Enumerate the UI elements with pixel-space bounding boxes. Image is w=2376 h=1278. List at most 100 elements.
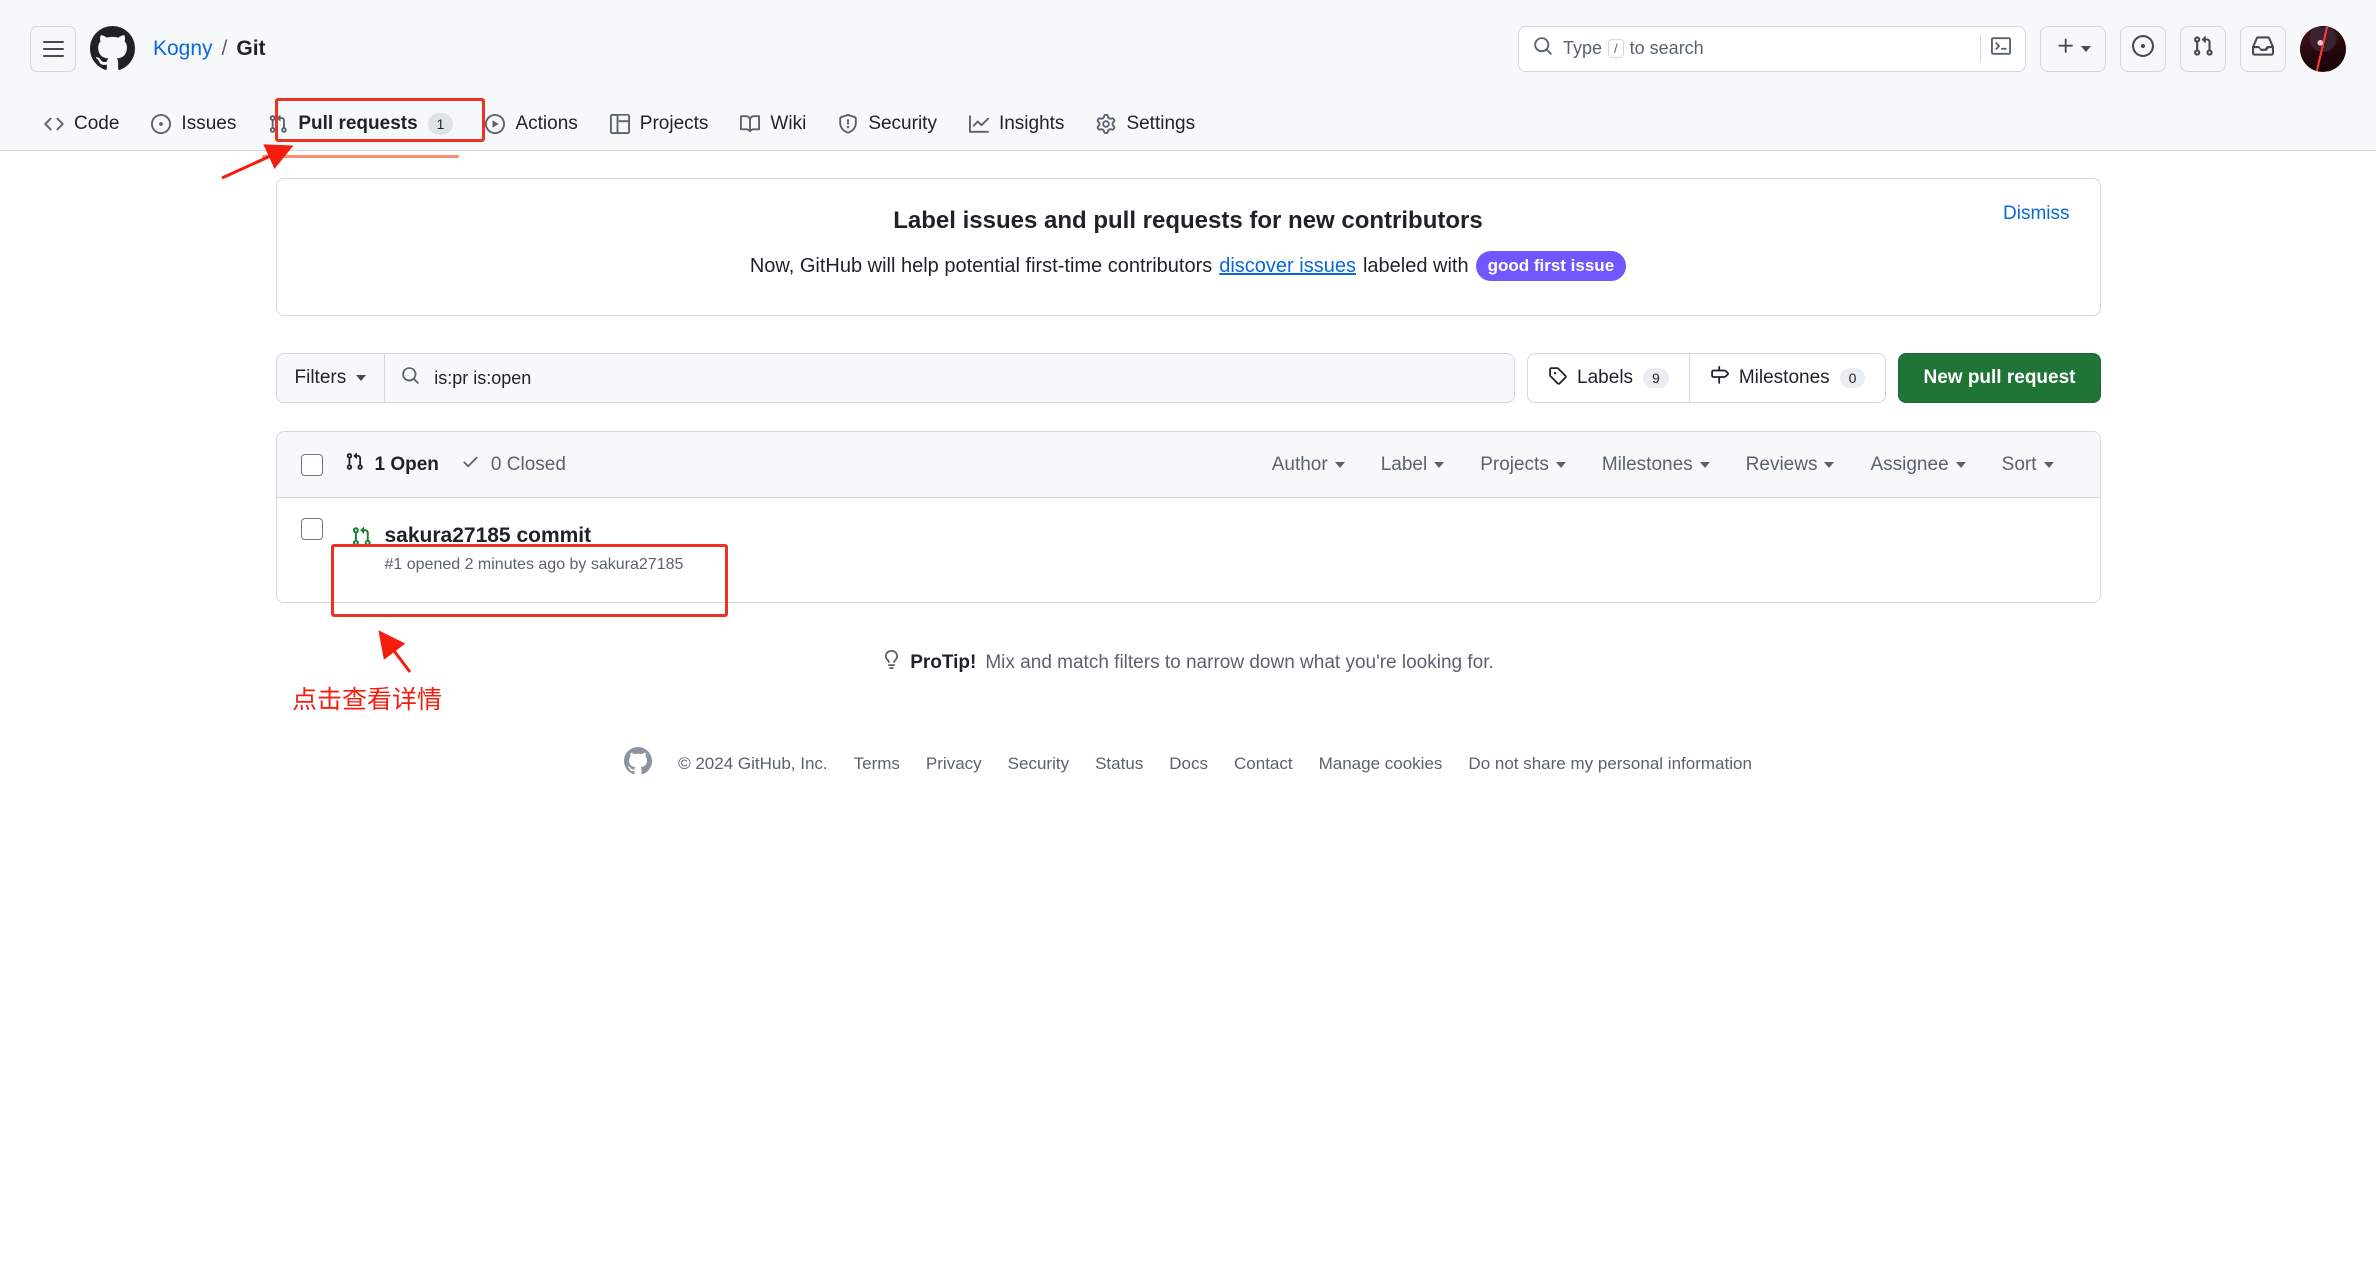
footer-link-status[interactable]: Status xyxy=(1095,754,1143,774)
closed-count-label: 0 Closed xyxy=(490,453,566,475)
annotation-note: 点击查看详情 xyxy=(292,685,443,714)
projects-dropdown[interactable]: Projects xyxy=(1480,454,1566,476)
select-all-checkbox[interactable] xyxy=(300,453,323,476)
breadcrumb-owner[interactable]: Kogny xyxy=(153,37,213,61)
terminal-icon[interactable] xyxy=(1991,36,2011,61)
nav-item-settings[interactable]: Settings xyxy=(1082,105,1209,143)
slash-key-badge: / xyxy=(1608,39,1624,58)
assignee-label: Assignee xyxy=(1870,453,1949,475)
contributors-banner: Dismiss Label issues and pull requests f… xyxy=(275,178,2101,316)
sort-dropdown[interactable]: Sort xyxy=(2002,454,2054,476)
footer-link-docs[interactable]: Docs xyxy=(1169,754,1208,774)
filters-dropdown-button[interactable]: Filters xyxy=(275,353,385,403)
nav-item-pull-requests-label: Pull requests xyxy=(298,112,418,134)
footer-link-privacy[interactable]: Privacy xyxy=(926,754,982,774)
table-row: sakura27185 commit #1 opened 2 minutes a… xyxy=(276,498,2100,603)
open-pull-requests-filter[interactable]: 1 Open xyxy=(345,452,439,477)
banner-text-before: Now, GitHub will help potential first-ti… xyxy=(749,254,1213,277)
pull-request-list-header: 1 Open 0 Closed Author Label Projects Mi… xyxy=(276,432,2100,498)
assignee-dropdown[interactable]: Assignee xyxy=(1870,453,1966,476)
discover-issues-link[interactable]: discover issues xyxy=(1219,255,1356,278)
dismiss-banner-link[interactable]: Dismiss xyxy=(2003,203,2070,225)
notifications-button[interactable] xyxy=(2240,25,2286,72)
nav-item-wiki-label: Wiki xyxy=(770,112,807,134)
search-divider xyxy=(1980,35,1981,62)
new-pull-request-button[interactable]: New pull request xyxy=(1898,353,2101,403)
labels-count: 9 xyxy=(1643,368,1669,388)
closed-pull-requests-filter[interactable]: 0 Closed xyxy=(461,452,566,477)
git-pull-request-icon xyxy=(2192,35,2214,62)
nav-item-projects-label: Projects xyxy=(639,112,709,134)
author-label: Author xyxy=(1271,453,1328,475)
nav-item-security-label: Security xyxy=(868,112,937,134)
search-icon xyxy=(1533,36,1553,61)
footer-link-security[interactable]: Security xyxy=(1008,754,1069,774)
github-logo[interactable] xyxy=(90,26,135,71)
code-icon xyxy=(44,114,64,134)
chevron-down-icon xyxy=(2080,45,2091,52)
pr-search-field[interactable] xyxy=(384,353,1516,403)
git-pull-request-icon xyxy=(351,526,372,552)
pull-request-title-link[interactable]: sakura27185 commit xyxy=(385,522,684,549)
banner-text-after: labeled with xyxy=(1362,254,1469,277)
filters-and-search: Filters xyxy=(275,353,1516,403)
light-bulb-icon xyxy=(882,650,901,675)
open-count-label: 1 Open xyxy=(374,453,439,475)
labels-button[interactable]: Labels 9 xyxy=(1527,353,1689,403)
chevron-down-icon xyxy=(1699,461,1710,468)
row-checkbox[interactable] xyxy=(300,518,323,540)
nav-item-code[interactable]: Code xyxy=(30,105,133,143)
footer-link-contact[interactable]: Contact xyxy=(1234,754,1293,774)
protip-label: ProTip! xyxy=(910,651,977,673)
milestones-button[interactable]: Milestones 0 xyxy=(1688,353,1887,403)
avatar[interactable] xyxy=(2300,25,2346,72)
chevron-down-icon xyxy=(1434,461,1445,468)
play-icon xyxy=(485,113,506,134)
nav-item-issues[interactable]: Issues xyxy=(137,105,250,143)
breadcrumb: Kogny / Git xyxy=(153,37,266,61)
author-dropdown[interactable]: Author xyxy=(1272,454,1345,476)
milestone-icon xyxy=(1710,365,1729,391)
nav-item-insights[interactable]: Insights xyxy=(955,105,1078,143)
reviews-label: Reviews xyxy=(1745,453,1818,475)
breadcrumb-repo[interactable]: Git xyxy=(236,37,265,61)
footer-link-manage-cookies[interactable]: Manage cookies xyxy=(1319,754,1443,774)
header-actions: Type / to search xyxy=(1518,25,2346,72)
footer-copyright: © 2024 GitHub, Inc. xyxy=(678,753,828,773)
nav-item-pull-requests[interactable]: Pull requests 1 xyxy=(254,105,467,158)
search-placeholder-suffix: to search xyxy=(1629,38,1704,58)
milestones-label: Milestones xyxy=(1601,453,1693,475)
inbox-icon xyxy=(2252,35,2274,62)
nav-item-actions[interactable]: Actions xyxy=(471,105,591,143)
hamburger-menu-icon[interactable] xyxy=(30,25,76,72)
list-filter-dropdowns: Author Label Projects Milestones Reviews… xyxy=(1272,454,2076,476)
banner-title: Label issues and pull requests for new c… xyxy=(893,207,1483,234)
milestones-label: Milestones xyxy=(1738,367,1830,388)
global-search-input[interactable]: Type / to search xyxy=(1518,25,2026,72)
nav-item-security[interactable]: Security xyxy=(824,105,951,143)
nav-item-actions-label: Actions xyxy=(515,112,578,134)
pull-request-entry[interactable]: sakura27185 commit #1 opened 2 minutes a… xyxy=(345,518,694,582)
search-input[interactable] xyxy=(432,366,1499,390)
pull-request-meta: #1 opened 2 minutes ago by sakura27185 xyxy=(384,556,684,574)
git-pull-request-icon xyxy=(268,114,288,134)
milestones-dropdown[interactable]: Milestones xyxy=(1602,454,1710,476)
good-first-issue-badge[interactable]: good first issue xyxy=(1475,251,1627,281)
reviews-dropdown[interactable]: Reviews xyxy=(1746,454,1835,476)
label-dropdown[interactable]: Label xyxy=(1381,454,1445,476)
nav-item-wiki[interactable]: Wiki xyxy=(726,105,820,143)
search-placeholder: Type / to search xyxy=(1563,38,1970,59)
pull-request-list: 1 Open 0 Closed Author Label Projects Mi… xyxy=(275,431,2101,604)
footer-link-terms[interactable]: Terms xyxy=(854,754,900,774)
issues-button[interactable] xyxy=(2120,25,2166,72)
nav-item-projects[interactable]: Projects xyxy=(596,105,723,143)
chevron-down-icon xyxy=(1334,461,1345,468)
nav-item-insights-label: Insights xyxy=(998,112,1065,134)
gear-icon xyxy=(1096,113,1116,134)
pull-requests-button[interactable] xyxy=(2180,25,2226,72)
shield-icon xyxy=(838,113,858,134)
check-icon xyxy=(461,452,480,477)
create-new-menu-button[interactable] xyxy=(2040,25,2106,72)
book-icon xyxy=(740,114,761,134)
footer-link-do-not-share[interactable]: Do not share my personal information xyxy=(1468,754,1751,774)
